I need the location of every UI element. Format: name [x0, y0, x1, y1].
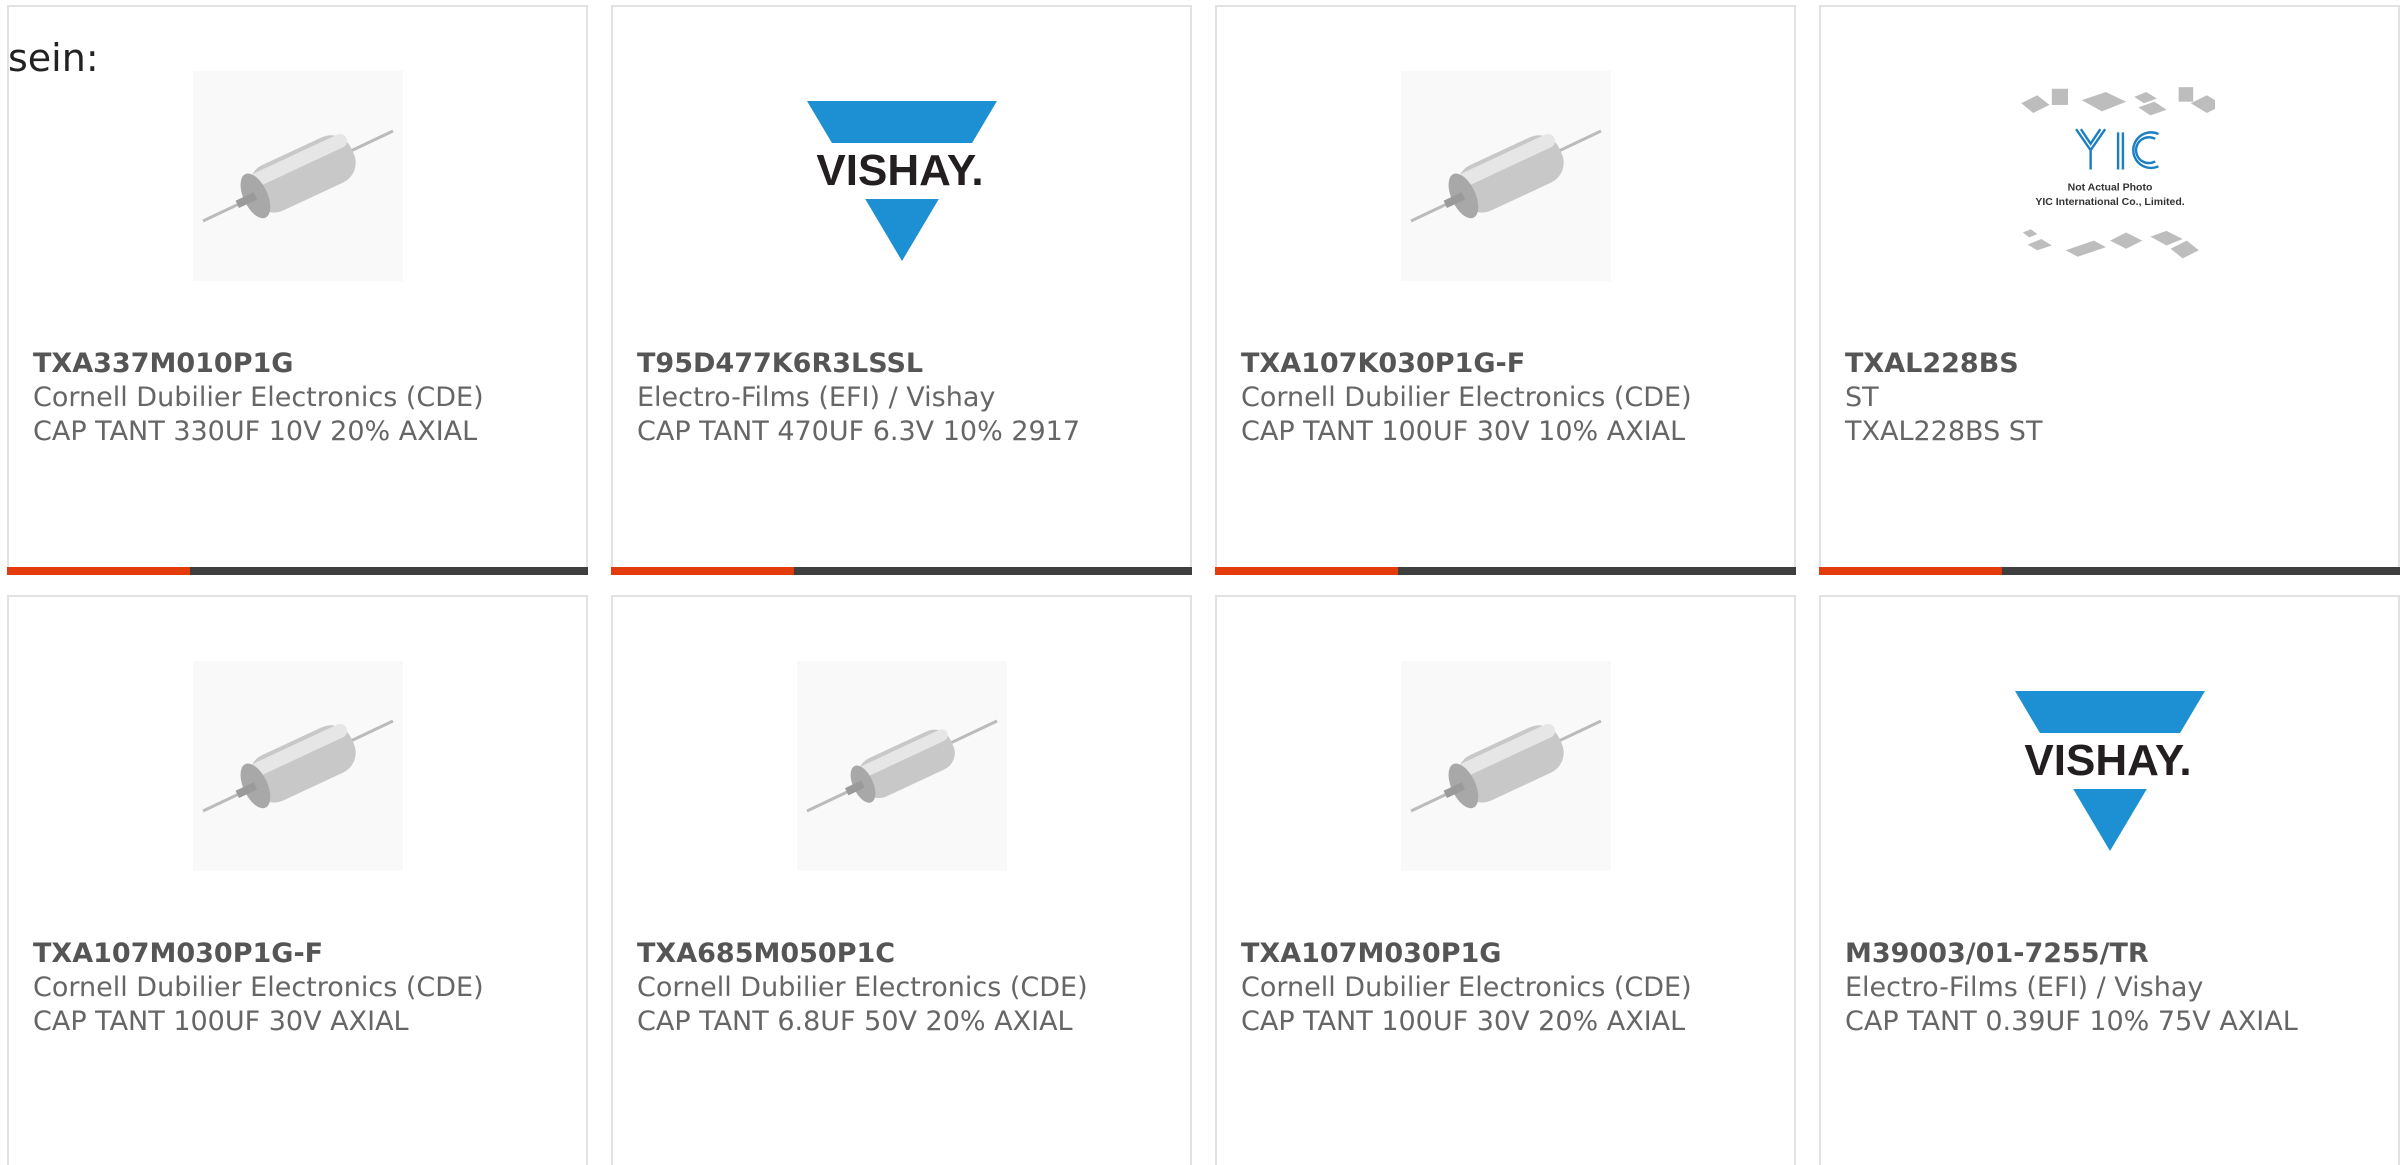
part-number[interactable]: TXA107K030P1G-F [1241, 347, 1776, 381]
manufacturer: Electro-Films (EFI) / Vishay [637, 382, 996, 413]
card-text: TXA107K030P1G-F Cornell Dubilier Electro… [1241, 347, 1776, 449]
manufacturer: Cornell Dubilier Electronics (CDE) [33, 382, 484, 413]
manufacturer: Cornell Dubilier Electronics (CDE) [637, 972, 1088, 1003]
part-number[interactable]: M39003/01-7255/TR [1845, 937, 2380, 971]
product-card[interactable]: TXA107K030P1G-F Cornell Dubilier Electro… [1215, 5, 1796, 575]
part-number[interactable]: TXA107M030P1G [1241, 937, 1776, 971]
product-card[interactable]: TXA107M030P1G-F Cornell Dubilier Electro… [7, 595, 588, 1165]
vishay-logo-text: VISHAY. [2024, 736, 2191, 785]
vishay-logo-text: VISHAY. [816, 146, 983, 195]
card-bottom-bar [611, 567, 1192, 575]
card-bottom-bar [1215, 567, 1796, 575]
product-card[interactable]: VISHAY. T95D477K6R3LSSL Electro-Films (E… [611, 5, 1192, 575]
description: CAP TANT 0.39UF 10% 75V AXIAL [1845, 1006, 2298, 1037]
description: CAP TANT 100UF 30V 10% AXIAL [1241, 416, 1686, 447]
part-number[interactable]: TXA337M010P1G [33, 347, 568, 381]
placeholder-line2: YIC International Co., Limited. [2035, 196, 2184, 208]
manufacturer: Cornell Dubilier Electronics (CDE) [1241, 972, 1692, 1003]
card-bottom-bar [1819, 567, 2400, 575]
description: CAP TANT 100UF 30V 20% AXIAL [1241, 1006, 1686, 1037]
manufacturer: ST [1845, 382, 1879, 413]
card-text: TXAL228BS ST TXAL228BS ST [1845, 347, 2380, 449]
product-card[interactable]: TXA107M030P1G Cornell Dubilier Electroni… [1215, 595, 1796, 1165]
axial-capacitor-icon [1400, 661, 1611, 871]
placeholder-line1: Not Actual Photo [2067, 182, 2152, 194]
card-text: TXA685M050P1C Cornell Dubilier Electroni… [637, 937, 1172, 1039]
axial-capacitor-icon [1400, 71, 1611, 281]
product-card[interactable]: TXA337M010P1G Cornell Dubilier Electroni… [7, 5, 588, 575]
description: CAP TANT 6.8UF 50V 20% AXIAL [637, 1006, 1073, 1037]
card-text: M39003/01-7255/TR Electro-Films (EFI) / … [1845, 937, 2380, 1039]
yic-placeholder-image: Not Actual Photo YIC International Co., … [2005, 71, 2215, 281]
manufacturer: Electro-Films (EFI) / Vishay [1845, 972, 2204, 1003]
description: CAP TANT 470UF 6.3V 10% 2917 [637, 416, 1081, 447]
card-text: TXA107M030P1G Cornell Dubilier Electroni… [1241, 937, 1776, 1039]
product-card[interactable]: Not Actual Photo YIC International Co., … [1819, 5, 2400, 575]
part-number[interactable]: T95D477K6R3LSSL [637, 347, 1172, 381]
axial-capacitor-icon [796, 661, 1007, 871]
vishay-logo: VISHAY. [2004, 661, 2215, 871]
card-bottom-bar [7, 567, 588, 575]
manufacturer: Cornell Dubilier Electronics (CDE) [1241, 382, 1692, 413]
intro-text: sein: [8, 36, 99, 80]
product-card[interactable]: VISHAY. M39003/01-7255/TR Electro-Films … [1819, 595, 2400, 1165]
description: CAP TANT 330UF 10V 20% AXIAL [33, 416, 478, 447]
axial-capacitor-icon [192, 661, 403, 871]
part-number[interactable]: TXA107M030P1G-F [33, 937, 568, 971]
manufacturer: Cornell Dubilier Electronics (CDE) [33, 972, 484, 1003]
card-text: TXA337M010P1G Cornell Dubilier Electroni… [33, 347, 568, 449]
description: CAP TANT 100UF 30V AXIAL [33, 1006, 409, 1037]
axial-capacitor-icon [192, 71, 403, 281]
product-card[interactable]: TXA685M050P1C Cornell Dubilier Electroni… [611, 595, 1192, 1165]
description: TXAL228BS ST [1845, 416, 2043, 447]
part-number[interactable]: TXA685M050P1C [637, 937, 1172, 971]
card-text: TXA107M030P1G-F Cornell Dubilier Electro… [33, 937, 568, 1039]
card-text: T95D477K6R3LSSL Electro-Films (EFI) / Vi… [637, 347, 1172, 449]
vishay-logo: VISHAY. [796, 71, 1007, 281]
part-number[interactable]: TXAL228BS [1845, 347, 2380, 381]
